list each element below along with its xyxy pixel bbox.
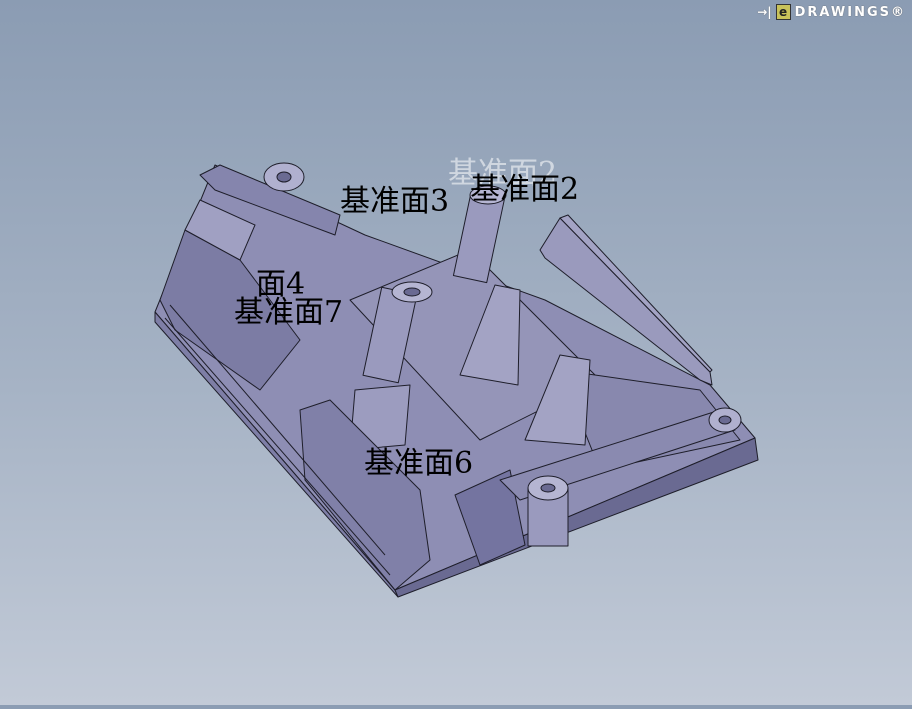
brand-text: DRAWINGS® xyxy=(794,4,906,20)
graphics-viewport[interactable]: 基准面2 基准面2 基准面3 面4 基准面7 基准面6 xyxy=(0,0,912,705)
datum-label-plane3[interactable]: 基准面3 xyxy=(340,176,449,220)
boss-left-tall-hole xyxy=(403,287,421,297)
boss-right-corner-hole xyxy=(718,415,732,425)
datum-label-plane6[interactable]: 基准面6 xyxy=(364,438,473,482)
boss-back-left-hole xyxy=(276,171,292,183)
datum-label-plane2[interactable]: 基准面2 xyxy=(470,164,579,208)
edrawings-e-icon: e xyxy=(775,4,791,20)
arrow-icon: →| xyxy=(757,5,772,19)
part-model[interactable] xyxy=(0,0,912,705)
boss-front-hole xyxy=(540,483,556,493)
edrawings-logo: →| e DRAWINGS® xyxy=(757,3,906,21)
datum-label-plane7[interactable]: 基准面7 xyxy=(234,287,343,331)
